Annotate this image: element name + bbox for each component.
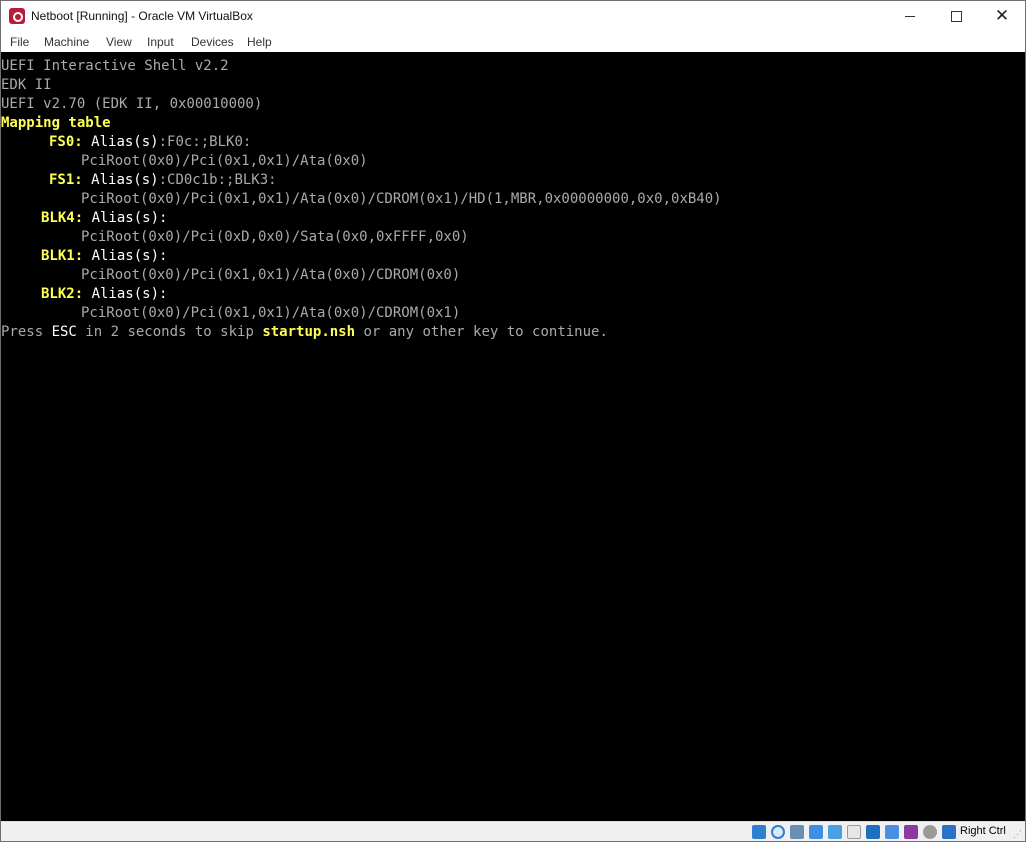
- mapping-name: BLK4: [41, 210, 75, 226]
- mapping-blk2-path: PciRoot(0x0)/Pci(0x1,0x1)/Ata(0x0)/CDROM…: [81, 305, 461, 321]
- close-button[interactable]: ✕: [979, 1, 1025, 31]
- menu-file[interactable]: File: [10, 35, 29, 49]
- virtualbox-icon[interactable]: [9, 8, 25, 24]
- startup-prompt: Press ESC in 2 seconds to skip startup.n…: [1, 323, 608, 342]
- mapping-fs0: FS0: Alias(s):F0c:;BLK0:: [49, 134, 252, 150]
- minimize-button[interactable]: [887, 1, 933, 31]
- cpu-virtualization-icon[interactable]: [904, 825, 918, 839]
- alias-value: :F0c:;BLK0:: [158, 134, 252, 150]
- alias-label: Alias(s): [91, 286, 160, 302]
- alias-label: Alias(s): [91, 210, 160, 226]
- close-icon: ✕: [994, 6, 1010, 25]
- alias-label: Alias(s): [91, 248, 160, 264]
- shared-folders-icon[interactable]: [847, 825, 861, 839]
- minimize-icon: [905, 16, 915, 18]
- menu-bar: File Machine View Input Devices Help: [1, 31, 1025, 52]
- alias-label: Alias(s): [91, 172, 159, 188]
- audio-icon[interactable]: [790, 825, 804, 839]
- network-icon[interactable]: [809, 825, 823, 839]
- hard-disk-icon[interactable]: [752, 825, 766, 839]
- resize-grip-icon[interactable]: ⋰: [1013, 829, 1023, 839]
- recording-icon[interactable]: [885, 825, 899, 839]
- mapping-name: FS0: [49, 134, 75, 150]
- alias-label: Alias(s): [91, 134, 159, 150]
- prompt-startup-file: startup.nsh: [262, 324, 356, 340]
- menu-view[interactable]: View: [106, 35, 132, 49]
- prompt-press: Press: [1, 324, 52, 340]
- mapping-name: FS1: [49, 172, 75, 188]
- vm-display[interactable]: UEFI Interactive Shell v2.2 EDK II UEFI …: [1, 52, 1025, 821]
- mapping-fs1: FS1: Alias(s):CD0c1b:;BLK3:: [49, 172, 277, 188]
- alias-value: :CD0c1b:;BLK3:: [158, 172, 277, 188]
- optical-drive-icon[interactable]: [771, 825, 785, 839]
- status-bar: Right Ctrl ⋰: [1, 821, 1025, 841]
- mapping-blk4-path: PciRoot(0x0)/Pci(0xD,0x0)/Sata(0x0,0xFFF…: [81, 229, 469, 245]
- host-key-label[interactable]: Right Ctrl: [960, 825, 1006, 837]
- menu-input[interactable]: Input: [147, 35, 174, 49]
- usb-icon[interactable]: [828, 825, 842, 839]
- keyboard-capture-icon[interactable]: [942, 825, 956, 839]
- mouse-integration-icon[interactable]: [923, 825, 937, 839]
- virtualbox-window: Netboot [Running] - Oracle VM VirtualBox…: [0, 0, 1026, 842]
- menu-machine[interactable]: Machine: [44, 35, 89, 49]
- mapping-blk1-path: PciRoot(0x0)/Pci(0x1,0x1)/Ata(0x0)/CDROM…: [81, 267, 461, 283]
- mapping-blk2: BLK2: Alias(s):: [41, 286, 168, 302]
- mapping-fs0-path: PciRoot(0x0)/Pci(0x1,0x1)/Ata(0x0): [81, 153, 368, 169]
- menu-help[interactable]: Help: [247, 35, 272, 49]
- display-icon[interactable]: [866, 825, 880, 839]
- prompt-esc-key: ESC: [51, 324, 77, 340]
- menu-devices[interactable]: Devices: [191, 35, 234, 49]
- mapping-name: BLK1: [41, 248, 75, 264]
- alias-value: :: [159, 286, 168, 302]
- maximize-icon: [950, 11, 962, 23]
- alias-value: :: [159, 248, 168, 264]
- console-line-uefi-version: UEFI v2.70 (EDK II, 0x00010000): [1, 96, 263, 112]
- prompt-middle: in 2 seconds to skip: [76, 324, 263, 340]
- mapping-blk4: BLK4: Alias(s):: [41, 210, 168, 226]
- prompt-end: or any other key to continue.: [355, 324, 608, 340]
- mapping-name: BLK2: [41, 286, 75, 302]
- mapping-fs1-path: PciRoot(0x0)/Pci(0x1,0x1)/Ata(0x0)/CDROM…: [81, 191, 722, 207]
- console-line-edk: EDK II: [1, 77, 52, 93]
- alias-value: :: [159, 210, 168, 226]
- maximize-button[interactable]: [933, 1, 979, 31]
- window-title: Netboot [Running] - Oracle VM VirtualBox: [31, 9, 253, 23]
- mapping-blk1: BLK1: Alias(s):: [41, 248, 168, 264]
- mapping-table-title: Mapping table: [1, 115, 111, 131]
- title-bar[interactable]: Netboot [Running] - Oracle VM VirtualBox…: [1, 1, 1025, 31]
- console-line-shell-version: UEFI Interactive Shell v2.2: [1, 58, 229, 74]
